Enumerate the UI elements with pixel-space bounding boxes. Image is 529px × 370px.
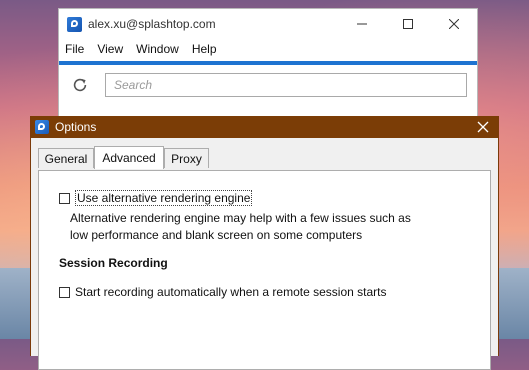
tab-advanced-label: Advanced [102,151,156,165]
auto-record-row[interactable]: Start recording automatically when a rem… [59,285,386,299]
alt-rendering-checkbox[interactable] [59,192,70,204]
session-recording-heading: Session Recording [59,256,168,270]
main-window: alex.xu@splashtop.com File View Window H… [58,8,478,118]
options-titlebar[interactable]: Options [31,116,498,138]
menu-file[interactable]: File [65,42,84,56]
minimize-button[interactable] [339,9,385,39]
auto-record-checkbox[interactable] [59,286,70,298]
main-titlebar[interactable]: alex.xu@splashtop.com [59,9,477,39]
tab-advanced[interactable]: Advanced [94,146,164,169]
search-input[interactable] [105,73,467,97]
splashtop-app-icon [67,16,82,32]
tab-general[interactable]: General [38,148,94,168]
options-dialog: Options General Advanced Proxy Use alter… [30,116,499,370]
close-icon [449,19,459,29]
menu-window[interactable]: Window [136,42,179,56]
menu-help[interactable]: Help [192,42,217,56]
toolbar [59,65,477,105]
alt-rendering-description: Alternative rendering engine may help wi… [70,210,470,244]
menu-bar: File View Window Help [59,39,477,59]
alt-rendering-label[interactable]: Use alternative rendering engine [75,190,253,206]
refresh-icon[interactable] [71,76,89,94]
tab-strip: General Advanced Proxy [31,146,498,170]
menu-view[interactable]: View [97,42,123,56]
auto-record-label[interactable]: Start recording automatically when a rem… [75,285,386,299]
tab-proxy-label: Proxy [171,151,202,166]
main-window-title: alex.xu@splashtop.com [88,17,216,31]
tab-general-label: General [44,151,88,166]
advanced-tab-panel: Use alternative rendering engine Alterna… [38,170,491,370]
options-dialog-title: Options [55,120,97,134]
tab-proxy[interactable]: Proxy [164,148,209,168]
alt-rendering-row[interactable]: Use alternative rendering engine [59,190,253,206]
alt-rendering-description-line2: low performance and blank screen on some… [70,228,363,242]
maximize-button[interactable] [385,9,431,39]
close-icon [477,121,489,133]
maximize-icon [403,19,413,29]
alt-rendering-description-line1: Alternative rendering engine may help wi… [70,211,411,225]
close-button[interactable] [431,9,477,39]
splashtop-app-icon [35,120,49,134]
window-controls [339,9,477,39]
minimize-icon [357,23,367,25]
options-close-button[interactable] [474,118,492,136]
